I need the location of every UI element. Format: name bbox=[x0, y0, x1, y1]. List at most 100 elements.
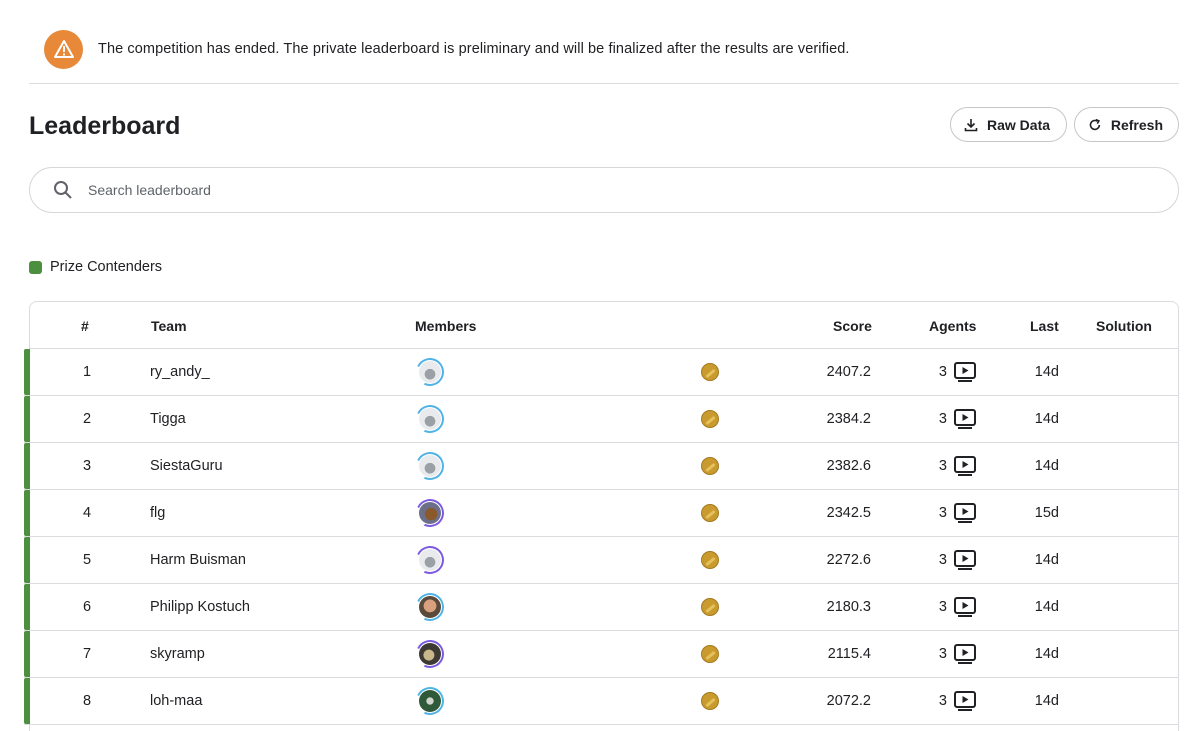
table-row[interactable]: 6 Philipp Kostuch 2180.3 3 14d bbox=[24, 584, 1179, 631]
avatar-image bbox=[419, 502, 441, 524]
play-episodes-icon[interactable] bbox=[954, 691, 976, 715]
column-last: Last bbox=[1030, 318, 1059, 334]
gold-medal-icon bbox=[701, 598, 719, 616]
download-icon bbox=[964, 118, 978, 131]
column-solution: Solution bbox=[1096, 318, 1152, 334]
gold-medal-icon bbox=[701, 410, 719, 428]
play-episodes-icon[interactable] bbox=[954, 456, 976, 480]
avatar[interactable] bbox=[412, 354, 448, 390]
raw-data-button[interactable]: Raw Data bbox=[950, 107, 1067, 142]
avatar[interactable] bbox=[412, 542, 448, 578]
table-row[interactable]: 8 loh-maa 2072.2 3 14d bbox=[24, 678, 1179, 725]
play-episodes-icon[interactable] bbox=[954, 409, 976, 433]
table-header: # Team Members Score Agents Last Solutio… bbox=[30, 302, 1178, 349]
last-submission: 14d bbox=[1034, 693, 1059, 709]
rank-cell: 1 bbox=[82, 364, 92, 380]
column-score[interactable]: Score bbox=[833, 318, 872, 334]
score-cell: 2115.4 bbox=[827, 646, 871, 662]
column-team[interactable]: Team bbox=[151, 318, 187, 334]
last-submission: 14d bbox=[1034, 552, 1059, 568]
team-name[interactable]: SiestaGuru bbox=[150, 458, 223, 474]
play-episodes-icon[interactable] bbox=[954, 597, 976, 621]
search-icon bbox=[54, 181, 72, 199]
avatar-image bbox=[419, 455, 441, 477]
avatar[interactable] bbox=[412, 636, 448, 672]
last-submission: 14d bbox=[1034, 411, 1059, 427]
score-cell: 2272.6 bbox=[826, 552, 871, 568]
avatar[interactable] bbox=[412, 589, 448, 625]
avatar-image bbox=[419, 408, 441, 430]
gold-medal-icon bbox=[701, 551, 719, 569]
score-cell: 2384.2 bbox=[826, 411, 871, 427]
rank-cell: 4 bbox=[82, 505, 92, 521]
gold-medal-icon bbox=[701, 692, 719, 710]
banner-text: The competition has ended. The private l… bbox=[98, 41, 850, 57]
avatar-image bbox=[419, 361, 441, 383]
gold-medal-icon bbox=[701, 504, 719, 522]
gold-medal-icon bbox=[701, 645, 719, 663]
rank-cell: 5 bbox=[82, 552, 92, 568]
prize-contender-marker bbox=[24, 490, 30, 536]
last-submission: 14d bbox=[1034, 364, 1059, 380]
agents-count: 3 bbox=[938, 458, 947, 474]
avatar-image bbox=[419, 549, 441, 571]
prize-contender-marker bbox=[24, 537, 30, 583]
score-cell: 2382.6 bbox=[826, 458, 871, 474]
rank-cell: 7 bbox=[82, 646, 92, 662]
refresh-icon bbox=[1089, 118, 1101, 130]
agents-count: 3 bbox=[938, 646, 947, 662]
team-name[interactable]: loh-maa bbox=[150, 693, 202, 709]
table-row[interactable]: 5 Harm Buisman 2272.6 3 14d bbox=[24, 537, 1179, 584]
prize-contender-marker bbox=[24, 678, 30, 724]
avatar[interactable] bbox=[412, 401, 448, 437]
table-row[interactable]: 2 Tigga 2384.2 3 14d bbox=[24, 396, 1179, 443]
play-episodes-icon[interactable] bbox=[954, 362, 976, 386]
agents-count: 3 bbox=[938, 411, 947, 427]
prize-contender-marker bbox=[24, 396, 30, 442]
refresh-label: Refresh bbox=[1110, 116, 1163, 133]
divider bbox=[29, 83, 1179, 84]
rank-cell: 2 bbox=[82, 411, 92, 427]
table-row[interactable]: 3 SiestaGuru 2382.6 3 14d bbox=[24, 443, 1179, 490]
column-agents: Agents bbox=[929, 318, 977, 334]
prize-contender-marker bbox=[24, 443, 30, 489]
gold-medal-icon bbox=[701, 363, 719, 381]
team-name[interactable]: Tigga bbox=[150, 411, 186, 427]
avatar-image bbox=[419, 596, 441, 618]
legend-swatch bbox=[29, 260, 42, 274]
legend-label: Prize Contenders bbox=[50, 259, 163, 275]
avatar[interactable] bbox=[412, 495, 448, 531]
last-submission: 15d bbox=[1034, 505, 1059, 521]
score-cell: 2072.2 bbox=[826, 693, 871, 709]
search-input[interactable] bbox=[88, 182, 1088, 198]
agents-count: 3 bbox=[938, 364, 947, 380]
table-row[interactable]: 4 flg 2342.5 3 15d bbox=[24, 490, 1179, 537]
team-name[interactable]: ry_andy_ bbox=[150, 364, 210, 380]
prize-contender-marker bbox=[24, 349, 30, 395]
score-cell: 2180.3 bbox=[826, 599, 871, 615]
prize-contenders-legend: Prize Contenders bbox=[29, 259, 162, 275]
table-row[interactable]: 7 skyramp 2115.4 3 14d bbox=[24, 631, 1179, 678]
last-submission: 14d bbox=[1034, 599, 1059, 615]
score-cell: 2342.5 bbox=[826, 505, 871, 521]
rank-cell: 3 bbox=[82, 458, 92, 474]
team-name[interactable]: Philipp Kostuch bbox=[150, 599, 250, 615]
avatar[interactable] bbox=[412, 448, 448, 484]
avatar[interactable] bbox=[412, 683, 448, 719]
column-members: Members bbox=[415, 318, 477, 334]
search-bar[interactable] bbox=[29, 167, 1179, 213]
table-row[interactable]: 1 ry_andy_ 2407.2 3 14d bbox=[24, 349, 1179, 396]
play-episodes-icon[interactable] bbox=[954, 503, 976, 527]
refresh-button[interactable]: Refresh bbox=[1074, 107, 1179, 142]
agents-count: 3 bbox=[938, 505, 947, 521]
team-name[interactable]: Harm Buisman bbox=[150, 552, 246, 568]
score-cell: 2407.2 bbox=[826, 364, 871, 380]
prize-contender-marker bbox=[24, 584, 30, 630]
rank-cell: 6 bbox=[82, 599, 92, 615]
team-name[interactable]: skyramp bbox=[150, 646, 205, 662]
play-episodes-icon[interactable] bbox=[954, 550, 976, 574]
play-episodes-icon[interactable] bbox=[954, 644, 976, 668]
agents-count: 3 bbox=[938, 599, 947, 615]
team-name[interactable]: flg bbox=[150, 505, 165, 521]
prize-contender-marker bbox=[24, 631, 30, 677]
